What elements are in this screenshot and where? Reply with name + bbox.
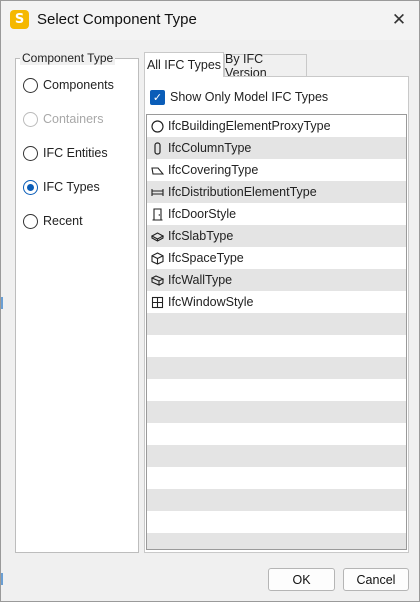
dialog-title: Select Component Type [37, 11, 197, 28]
empty-row [147, 489, 406, 511]
window-icon [150, 295, 164, 309]
column-icon [150, 141, 164, 155]
list-item-ifcslabtype[interactable]: IfcSlabType [147, 225, 406, 247]
door-icon [150, 207, 164, 221]
radio-label-recent: Recent [43, 214, 83, 228]
radio-indicator-components[interactable] [23, 77, 38, 93]
list-item-ifcbuildingelementproxytype[interactable]: IfcBuildingElementProxyType [147, 115, 406, 137]
list-item-ifcwalltype[interactable]: IfcWallType [147, 269, 406, 291]
close-button[interactable]: ✕ [385, 6, 413, 34]
list-item-ifccoveringtype[interactable]: IfcCoveringType [147, 159, 406, 181]
empty-row [147, 313, 406, 335]
window-edge-accent [1, 297, 3, 309]
radio-label-components: Components [43, 78, 114, 92]
list-item-ifcspacetype[interactable]: IfcSpaceType [147, 247, 406, 269]
list-item-label: IfcWindowStyle [168, 295, 254, 309]
distribution-icon [150, 185, 164, 199]
tab-all-ifc-types[interactable]: All IFC Types [144, 52, 224, 77]
list-item-label: IfcWallType [168, 273, 233, 287]
ok-button[interactable]: OK [268, 568, 335, 591]
list-item-label: IfcDistributionElementType [168, 185, 317, 199]
empty-row [147, 533, 406, 549]
covering-icon [150, 163, 164, 177]
radio-label-ifc-types: IFC Types [43, 180, 100, 194]
radio-components[interactable]: Components [23, 75, 114, 95]
checkbox-checked-indicator[interactable]: ✓ [150, 89, 165, 105]
component-type-legend: Component Type [20, 51, 116, 65]
all-ifc-types-panel: ✓ Show Only Model IFC Types IfcBuildingE… [144, 76, 409, 553]
empty-row [147, 401, 406, 423]
list-item-ifcdoorstyle[interactable]: IfcDoorStyle [147, 203, 406, 225]
show-only-model-ifc-types-label: Show Only Model IFC Types [170, 90, 329, 104]
radio-indicator-ifc-types[interactable] [23, 179, 38, 195]
show-only-model-ifc-types-checkbox[interactable]: ✓ Show Only Model IFC Types [150, 88, 328, 106]
radio-indicator-recent[interactable] [23, 213, 38, 229]
list-item-ifcdistributionelementtype[interactable]: IfcDistributionElementType [147, 181, 406, 203]
radio-indicator-ifc-entities[interactable] [23, 145, 38, 161]
radio-label-ifc-entities: IFC Entities [43, 146, 108, 160]
tab-by-ifc-version[interactable]: By IFC Version [224, 52, 307, 80]
radio-ifc-types[interactable]: IFC Types [23, 177, 100, 197]
list-item-label: IfcDoorStyle [168, 207, 237, 221]
radio-containers: Containers [23, 109, 103, 129]
close-icon: ✕ [391, 10, 407, 30]
select-component-type-dialog: S Select Component Type ✕ Component Type… [0, 0, 420, 602]
title-bar[interactable]: S Select Component Type ✕ [1, 1, 419, 40]
list-item-label: IfcCoveringType [168, 163, 259, 177]
circle-icon [150, 119, 164, 133]
list-item-label: IfcSlabType [168, 229, 234, 243]
list-item-ifccolumntype[interactable]: IfcColumnType [147, 137, 406, 159]
list-item-label: IfcBuildingElementProxyType [168, 119, 331, 133]
space-icon [150, 251, 164, 265]
slab-icon [150, 229, 164, 243]
window-edge-accent [1, 573, 3, 585]
app-logo-icon: S [10, 10, 29, 29]
checkmark-icon: ✓ [152, 90, 163, 104]
cancel-button[interactable]: Cancel [343, 568, 409, 591]
list-item-ifcwindowstyle[interactable]: IfcWindowStyle [147, 291, 406, 313]
list-item-label: IfcColumnType [168, 141, 252, 155]
radio-recent[interactable]: Recent [23, 211, 83, 231]
radio-indicator-containers [23, 111, 38, 127]
empty-row [147, 357, 406, 379]
radio-ifc-entities[interactable]: IFC Entities [23, 143, 108, 163]
component-type-group: Component Type Components Containers IFC… [15, 51, 139, 553]
ifc-types-list[interactable]: IfcBuildingElementProxyType IfcColumnTyp… [146, 114, 407, 550]
empty-row [147, 445, 406, 467]
list-item-label: IfcSpaceType [168, 251, 244, 265]
radio-label-containers: Containers [43, 112, 104, 126]
wall-icon [150, 273, 164, 287]
